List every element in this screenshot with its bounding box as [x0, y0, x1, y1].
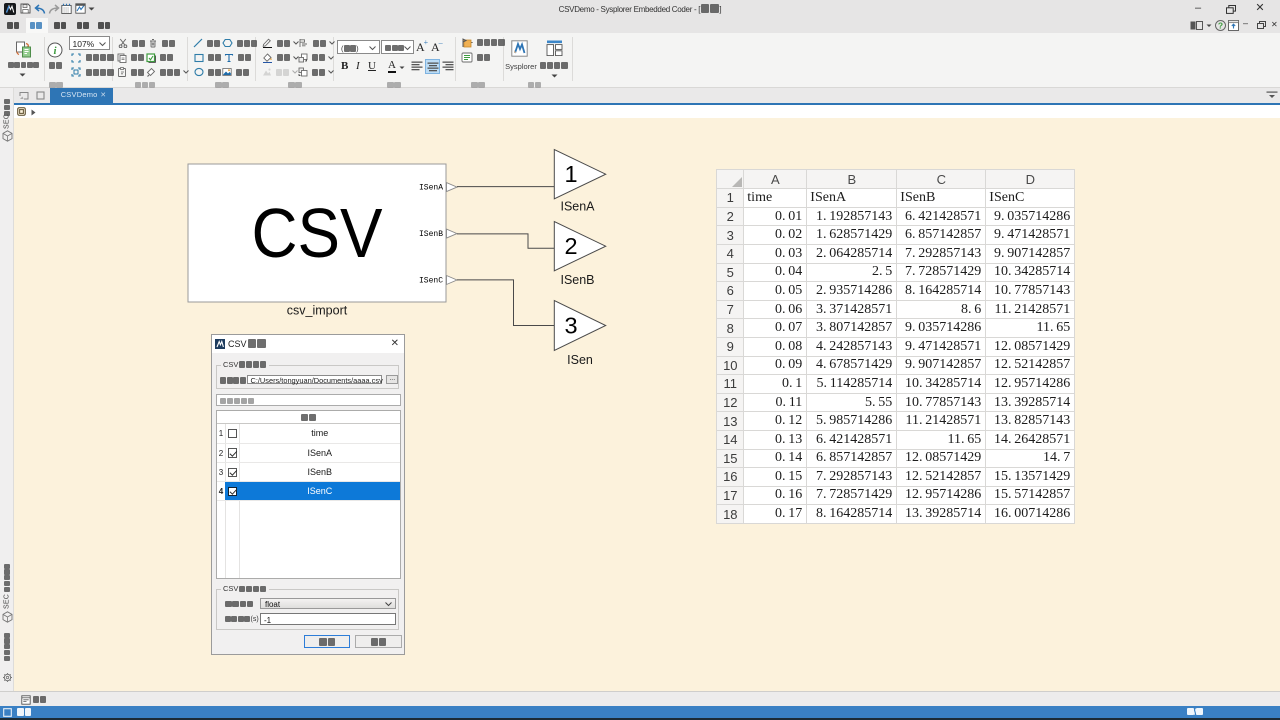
- svg-text:ISenB: ISenB: [560, 272, 594, 286]
- svg-text:2: 2: [564, 233, 577, 259]
- svg-text:CSV: CSV: [252, 194, 383, 272]
- svg-text:3: 3: [564, 312, 577, 338]
- svg-text:1: 1: [564, 161, 577, 187]
- svg-text:ISenA: ISenA: [419, 183, 443, 192]
- svg-text:ISenC: ISenC: [419, 276, 443, 285]
- svg-text:ISen: ISen: [567, 352, 593, 366]
- svg-text:ISenB: ISenB: [419, 230, 443, 239]
- svg-text:csv_import: csv_import: [287, 303, 348, 317]
- svg-text:ISenA: ISenA: [560, 199, 595, 213]
- svg-text:?: ?: [1218, 21, 1223, 31]
